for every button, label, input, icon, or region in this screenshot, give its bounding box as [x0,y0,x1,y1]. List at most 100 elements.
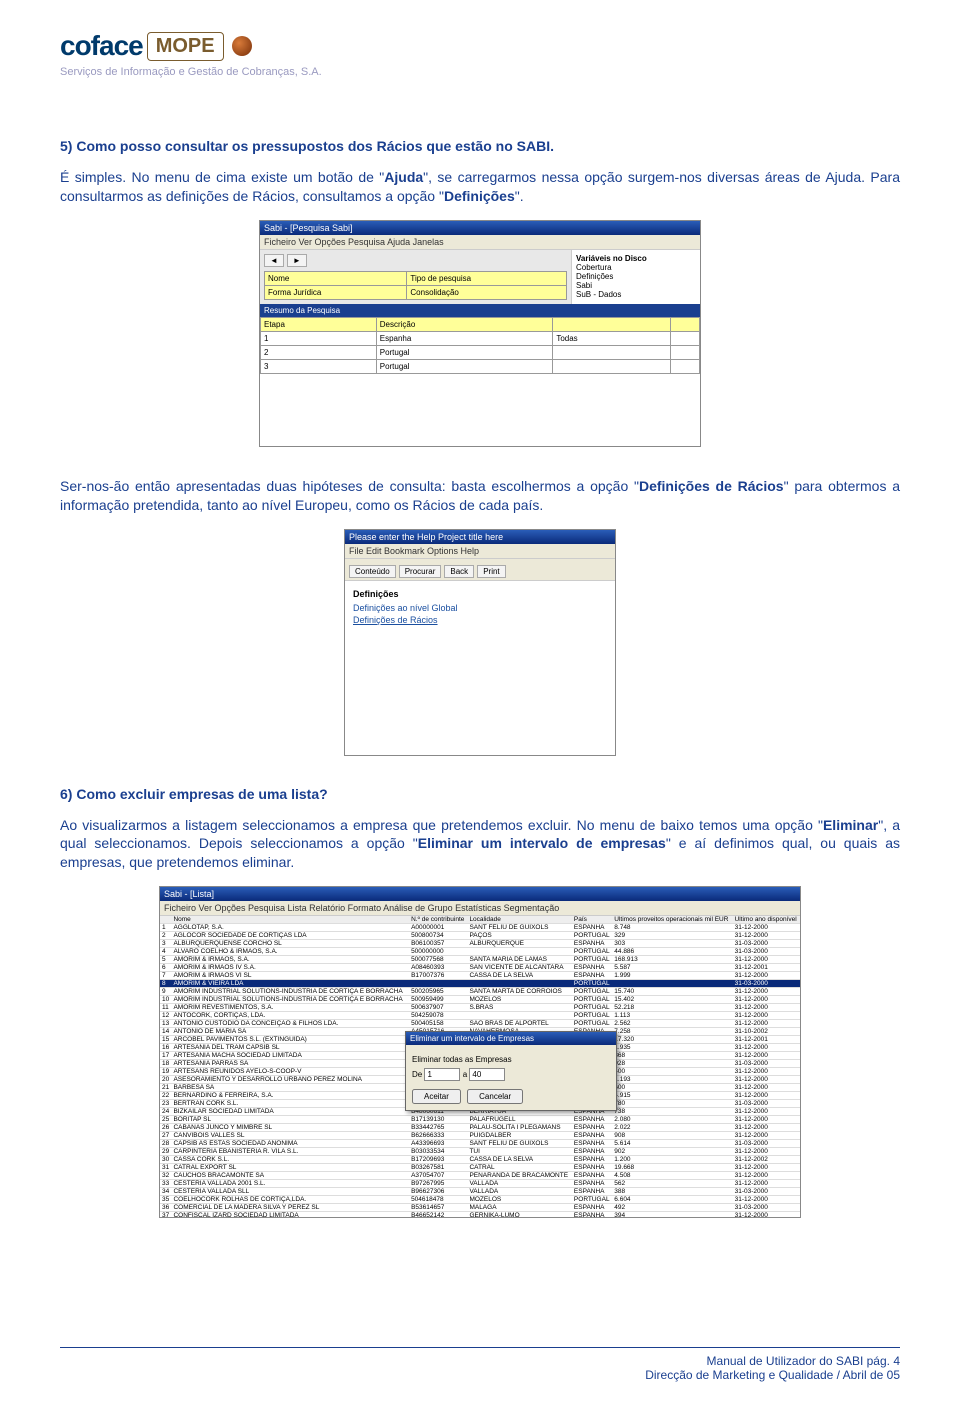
cell[interactable]: Nome [265,271,407,285]
table-row[interactable]: 30CASSA CORK S.L.B17209693CASSA DE LA SE… [160,1156,800,1164]
q5-p1-b: Ajuda [384,169,423,185]
table-row[interactable]: 32CAUCHOS BRACAMONTE SAA37054707PEÑARAND… [160,1172,800,1180]
table-row[interactable]: 4ALVARO COELHO & IRMAOS, S.A.500000000PO… [160,948,800,956]
table-row[interactable]: 35COELHOCORK ROLHAS DE CORTIÇA,LDA.50461… [160,1196,800,1204]
cell[interactable]: Tipo de pesquisa [407,271,567,285]
table-header: N.º de contribuinte [409,916,467,924]
table-cell: PORTUGAL [572,1020,612,1028]
table-cell: 31-12-2000 [733,1068,800,1076]
shot2-link2[interactable]: Definições de Rácios [353,615,607,625]
table-cell: B17209693 [409,1156,467,1164]
table-cell: 31-03-2000 [733,1188,800,1196]
table-cell: 13 [160,1020,171,1028]
grid-hdr: Etapa [261,317,377,331]
table-cell: ARTESANIA PARRAS SA [171,1060,409,1068]
screenshot-sabi-list: Sabi - [Lista] Ficheiro Ver Opções Pesqu… [159,886,801,1218]
table-row[interactable]: 25BORITAP SLB17139130PALAFRUGELLESPANHA2… [160,1116,800,1124]
table-cell: PORTUGAL [572,988,612,996]
table-row[interactable]: 36COMERCIAL DE LA MADERA SILVA Y PEREZ S… [160,1204,800,1212]
table-cell: ARTESANIA MACHA SOCIEDAD LIMITADA [171,1052,409,1060]
table-cell: MALAGA [467,1204,571,1212]
table-cell: PALAFRUGELL [467,1116,571,1124]
table-cell: A08460393 [409,964,467,972]
cell[interactable]: Forma Jurídica [265,285,407,299]
cell[interactable]: Consolidação [407,285,567,299]
dialog-to-input[interactable] [469,1068,505,1081]
table-cell: 31-12-2000 [733,1092,800,1100]
table-row[interactable]: 1AGGLOTAP, S.A.A00000001SANT FELIU DE GU… [160,924,800,932]
table-row[interactable]: 37CONFISCAL IZARD SOCIEDAD LIMITADAB4665… [160,1212,800,1219]
table-cell: SÃO BRAS DE ALPORTEL [467,1020,571,1028]
table-row[interactable]: 3ALBURQUERQUENSE CORCHO SLB06100357ALBUR… [160,940,800,948]
table-cell: 31-12-2000 [733,1148,800,1156]
table-cell: ALBURQUERQUENSE CORCHO SL [171,940,409,948]
table-cell: ESPANHA [572,1140,612,1148]
toolbar-btn[interactable]: ► [287,254,307,267]
q6-heading: 6) Como excluir empresas de uma lista? [60,786,900,802]
table-row[interactable]: 33CESTERIA VALLADA 2001 S.L.B97267995VAL… [160,1180,800,1188]
table-cell: ESPANHA [572,1204,612,1212]
table-cell: 31-10-2002 [733,1028,800,1036]
table-cell: 44.886 [612,948,732,956]
table-cell: 31-03-2000 [733,1140,800,1148]
q6-p1-d: Eliminar um intervalo de empresas [418,835,666,851]
table-row[interactable]: 29CARPINTERIA EBANISTERIA R. VILA S.L.B0… [160,1148,800,1156]
table-row[interactable]: 26CABANAS JUNCO Y MIMBRE SLB33442765PALA… [160,1124,800,1132]
table-cell: 500637907 [409,1004,467,1012]
table-row[interactable]: 27CANVIBOIS VALLES SLB62666333PUIGDALBER… [160,1132,800,1140]
dialog-to-label: a [463,1070,467,1079]
help-btn[interactable]: Procurar [399,565,442,578]
table-cell: 4.508 [612,1172,732,1180]
table-header: Localidade [467,916,571,924]
q5-p1-a: É simples. No menu de cima existe um bot… [60,169,384,185]
q5-heading: 5) Como posso consultar os pressupostos … [60,138,900,154]
table-cell: AGGLOTAP, S.A. [171,924,409,932]
table-row[interactable]: 34CESTERIA VALLADA SLLB96627306VALLADAES… [160,1188,800,1196]
table-cell: 31-12-2000 [733,1044,800,1052]
dialog-ok-button[interactable]: Aceitar [412,1089,461,1104]
table-row[interactable]: 11AMORIM REVESTIMENTOS, S.A.500637907S.B… [160,1004,800,1012]
table-cell: 31-03-2000 [733,980,800,988]
table-cell: CASSA DE LA SELVA [467,972,571,980]
right-item[interactable]: Sabi [576,281,696,290]
table-row[interactable]: 9AMORIM INDUSTRIAL SOLUTIONS-INDUSTRIA D… [160,988,800,996]
table-cell: 21 [160,1084,171,1092]
table-cell: 500959499 [409,996,467,1004]
table-row[interactable]: 6AMORIM & IRMAOS IV S.A.A08460393SAN VIC… [160,964,800,972]
table-cell: 31-03-2000 [733,1060,800,1068]
table-row[interactable]: 13ANTONIO CUSTÓDIO DA CONCEIÇÃO & FILHOS… [160,1020,800,1028]
toolbar-btn[interactable]: ◄ [264,254,284,267]
help-btn[interactable]: Print [477,565,505,578]
table-row[interactable]: 2AGLOCOR SOCIEDADE DE CORTIÇAS LDA500800… [160,932,800,940]
table-row[interactable]: 8AMORIM & VIEIRA LDAPORTUGAL31-03-2000 [160,980,800,988]
right-item[interactable]: Definições [576,272,696,281]
table-cell: SANTA MARTA DE CORROIOS [467,988,571,996]
table-cell: A43396693 [409,1140,467,1148]
table-row[interactable]: 31CATRAL EXPORT SLB03267581CATRALESPANHA… [160,1164,800,1172]
dialog-from-input[interactable] [424,1068,460,1081]
table-cell: COMERCIAL DE LA MADERA SILVA Y PEREZ SL [171,1204,409,1212]
table-cell: CATRAL [467,1164,571,1172]
table-row[interactable]: 12ANTOCORK, CORTIÇAS, LDA.504259078PORTU… [160,1012,800,1020]
table-row[interactable]: 7AMORIM & IRMAOS VI SLB17007376CASSA DE … [160,972,800,980]
table-cell: 30 [160,1156,171,1164]
grid-cell: 3 [261,359,377,373]
table-row[interactable]: 10AMORIM INDUSTRIAL SOLUTIONS-INDUSTRIA … [160,996,800,1004]
table-cell: 2.080 [612,1116,732,1124]
help-btn[interactable]: Conteúdo [349,565,396,578]
table-row[interactable]: 5AMORIM & IRMAOS, S.A.500077568SANTA MAR… [160,956,800,964]
right-item[interactable]: Cobertura [576,263,696,272]
help-btn[interactable]: Back [444,565,474,578]
grid-btn[interactable]: Todas [553,331,671,345]
right-item[interactable]: SuB - Dados [576,290,696,299]
footer-page-num: 4 [893,1354,900,1368]
table-cell: PALAU-SOLITA I PLEGAMANS [467,1124,571,1132]
q5-p2-a: Ser-nos-ão então apresentadas duas hipót… [60,478,639,494]
table-cell [467,948,571,956]
table-cell: 31-12-2000 [733,1004,800,1012]
table-header: Últimos proveitos operacionais mil EUR [612,916,732,924]
q6-p1-b: Eliminar [823,817,878,833]
shot2-link1[interactable]: Definições ao nível Global [353,603,607,613]
dialog-cancel-button[interactable]: Cancelar [467,1089,523,1104]
table-row[interactable]: 28CAPSIB AS ESTAS SOCIEDAD ANONIMAA43396… [160,1140,800,1148]
